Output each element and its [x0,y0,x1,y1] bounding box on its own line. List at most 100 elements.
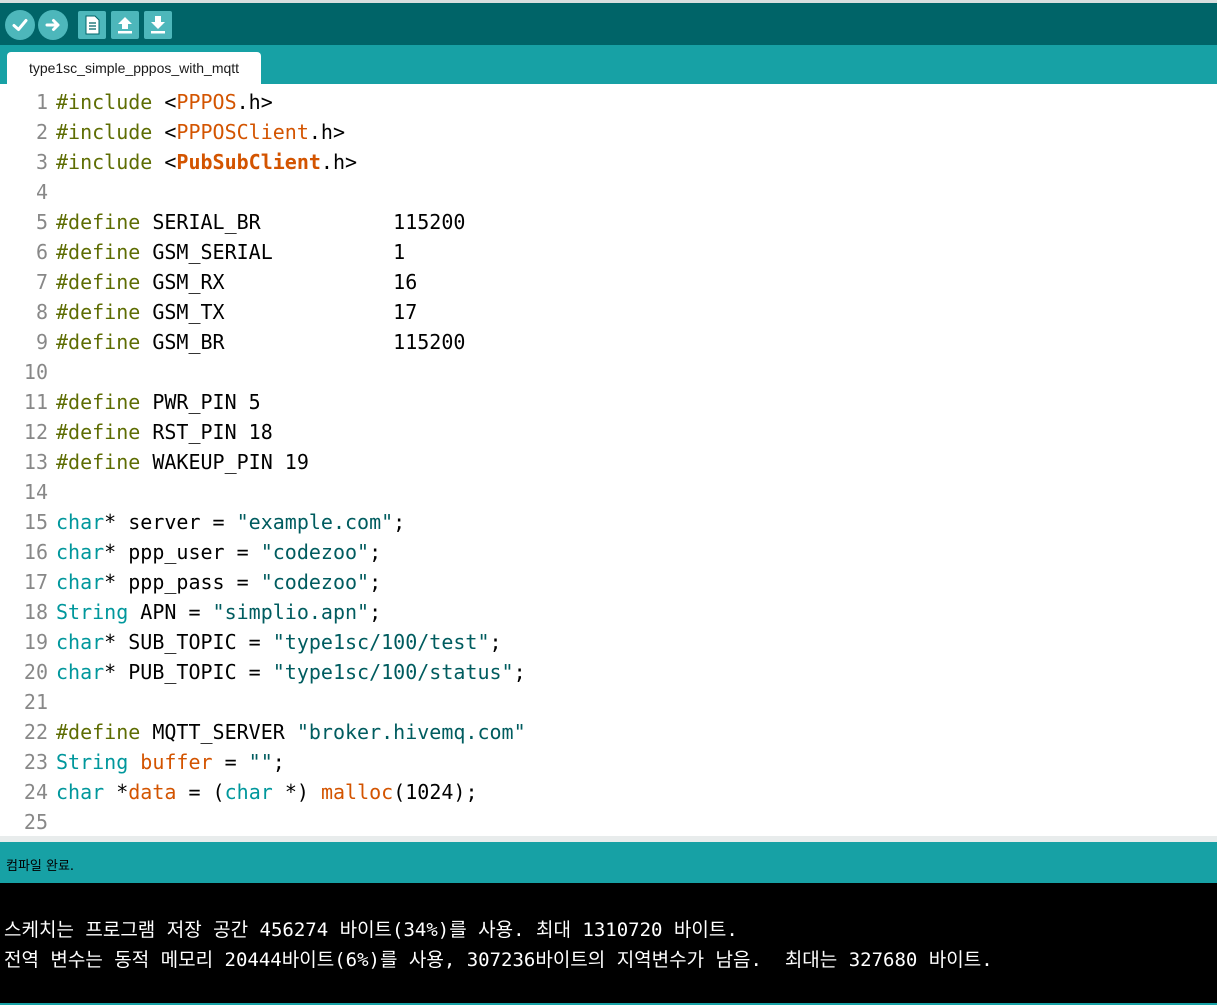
code-text: #include <PubSubClient.h> [56,147,357,177]
code-text: #define SERIAL_BR 115200 [56,207,465,237]
line-number: 4 [35,180,48,204]
code-token: #define [56,720,141,744]
code-text: #include <PPPOSClient.h> [56,117,345,147]
tab-bar: type1sc_simple_pppos_with_mqtt [0,45,1217,84]
open-up-arrow-icon [118,17,132,34]
code-text: #define GSM_RX 16 [56,267,417,297]
code-text: #define WAKEUP_PIN 19 [56,447,309,477]
code-token: #define [56,330,141,354]
code-token: #define [56,240,141,264]
console-output[interactable]: 스케치는 프로그램 저장 공간 456274 바이트(34%)를 사용. 최대 … [0,883,1217,1005]
code-token: GSM_RX 16 [140,270,418,294]
code-token: SERIAL_BR 115200 [140,210,466,234]
code-token: MQTT_SERVER [140,720,297,744]
code-token: GSM_TX 17 [140,300,418,324]
line-number: 11 [23,390,48,414]
code-token: "simplio.apn" [212,600,370,624]
code-token: "example.com" [236,510,394,534]
code-token: #define [56,390,141,414]
code-token: char [56,630,105,654]
code-token: * ppp_pass = [104,570,261,594]
code-token: .h> [320,150,358,174]
new-button[interactable] [78,11,106,39]
code-token: PWR_PIN 5 [140,390,261,414]
line-number: 15 [23,510,48,534]
code-token: buffer [140,750,213,774]
code-token: * server = [104,510,237,534]
code-token: * PUB_TOPIC = [104,660,273,684]
code-token: < [152,90,177,114]
tab-label: type1sc_simple_pppos_with_mqtt [28,60,240,76]
arrow-right-icon [45,19,60,31]
code-token: #define [56,420,141,444]
line-number: 3 [35,150,48,174]
code-token: #define [56,270,141,294]
code-token: String [56,750,129,774]
code-token: .h> [308,120,345,144]
code-token: GSM_BR 115200 [140,330,466,354]
code-text: String APN = "simplio.apn"; [56,597,381,627]
verify-button[interactable] [5,10,35,40]
line-number: 13 [23,450,48,474]
code-token: GSM_SERIAL 1 [140,240,406,264]
code-token: PPPOSClient [176,120,309,144]
toolbar [0,0,1217,45]
code-token: PubSubClient [176,150,321,174]
code-token: < [152,150,177,174]
line-number: 20 [23,660,48,684]
line-number: 22 [23,720,48,744]
code-token: char [56,780,105,804]
code-text: char* ppp_user = "codezoo"; [56,537,381,567]
new-file-icon [85,15,100,35]
line-number: 6 [35,240,48,264]
upload-button[interactable] [38,10,68,40]
line-number: 1 [35,90,48,114]
code-token: "type1sc/100/test" [272,630,490,654]
line-number: 12 [23,420,48,444]
code-token: "codezoo" [260,540,370,564]
line-number: 7 [35,270,48,294]
code-text: #define MQTT_SERVER "broker.hivemq.com" [56,717,526,747]
code-token: char [56,570,105,594]
code-token: PPPOS [176,90,237,114]
save-down-arrow-icon [151,16,165,34]
code-token: "type1sc/100/status" [272,660,514,684]
code-token: * ppp_user = [104,540,261,564]
code-token: char [56,660,105,684]
status-message: 컴파일 완료. [6,859,75,874]
code-token: ; [489,630,502,654]
line-number: 10 [23,360,48,384]
code-text: #define GSM_BR 115200 [56,327,465,357]
code-token: * [104,780,129,804]
open-button[interactable] [111,11,139,39]
code-text: char* SUB_TOPIC = "type1sc/100/test"; [56,627,502,657]
code-editor[interactable]: 1 #include <PPPOS.h> 2 #include <PPPOSClien… [0,84,1217,836]
code-token: "codezoo" [260,570,370,594]
code-token: RST_PIN 18 [140,420,273,444]
code-text: #define PWR_PIN 5 [56,387,261,417]
code-token: ; [513,660,526,684]
code-token: ; [369,570,382,594]
console-line: 스케치는 프로그램 저장 공간 456274 바이트(34%)를 사용. 최대 … [4,919,738,941]
code-token: String [56,600,129,624]
code-token: < [152,120,177,144]
checkmark-icon [12,19,28,31]
code-token: char [224,780,273,804]
line-number: 16 [23,540,48,564]
code-text: #include <PPPOS.h> [56,87,273,117]
code-token: (1024); [393,780,478,804]
code-token: APN = [128,600,213,624]
code-token: "" [248,750,273,774]
save-button[interactable] [144,11,172,39]
line-number: 21 [23,690,48,714]
line-number: 2 [35,120,48,144]
code-token: #include [56,150,153,174]
code-token: #include [56,90,153,114]
tab-sketch[interactable]: type1sc_simple_pppos_with_mqtt [7,52,261,84]
code-token: #define [56,300,141,324]
line-number: 23 [23,750,48,774]
line-number: 25 [23,810,48,834]
code-token: *) [272,780,321,804]
code-token: #include [56,120,153,144]
